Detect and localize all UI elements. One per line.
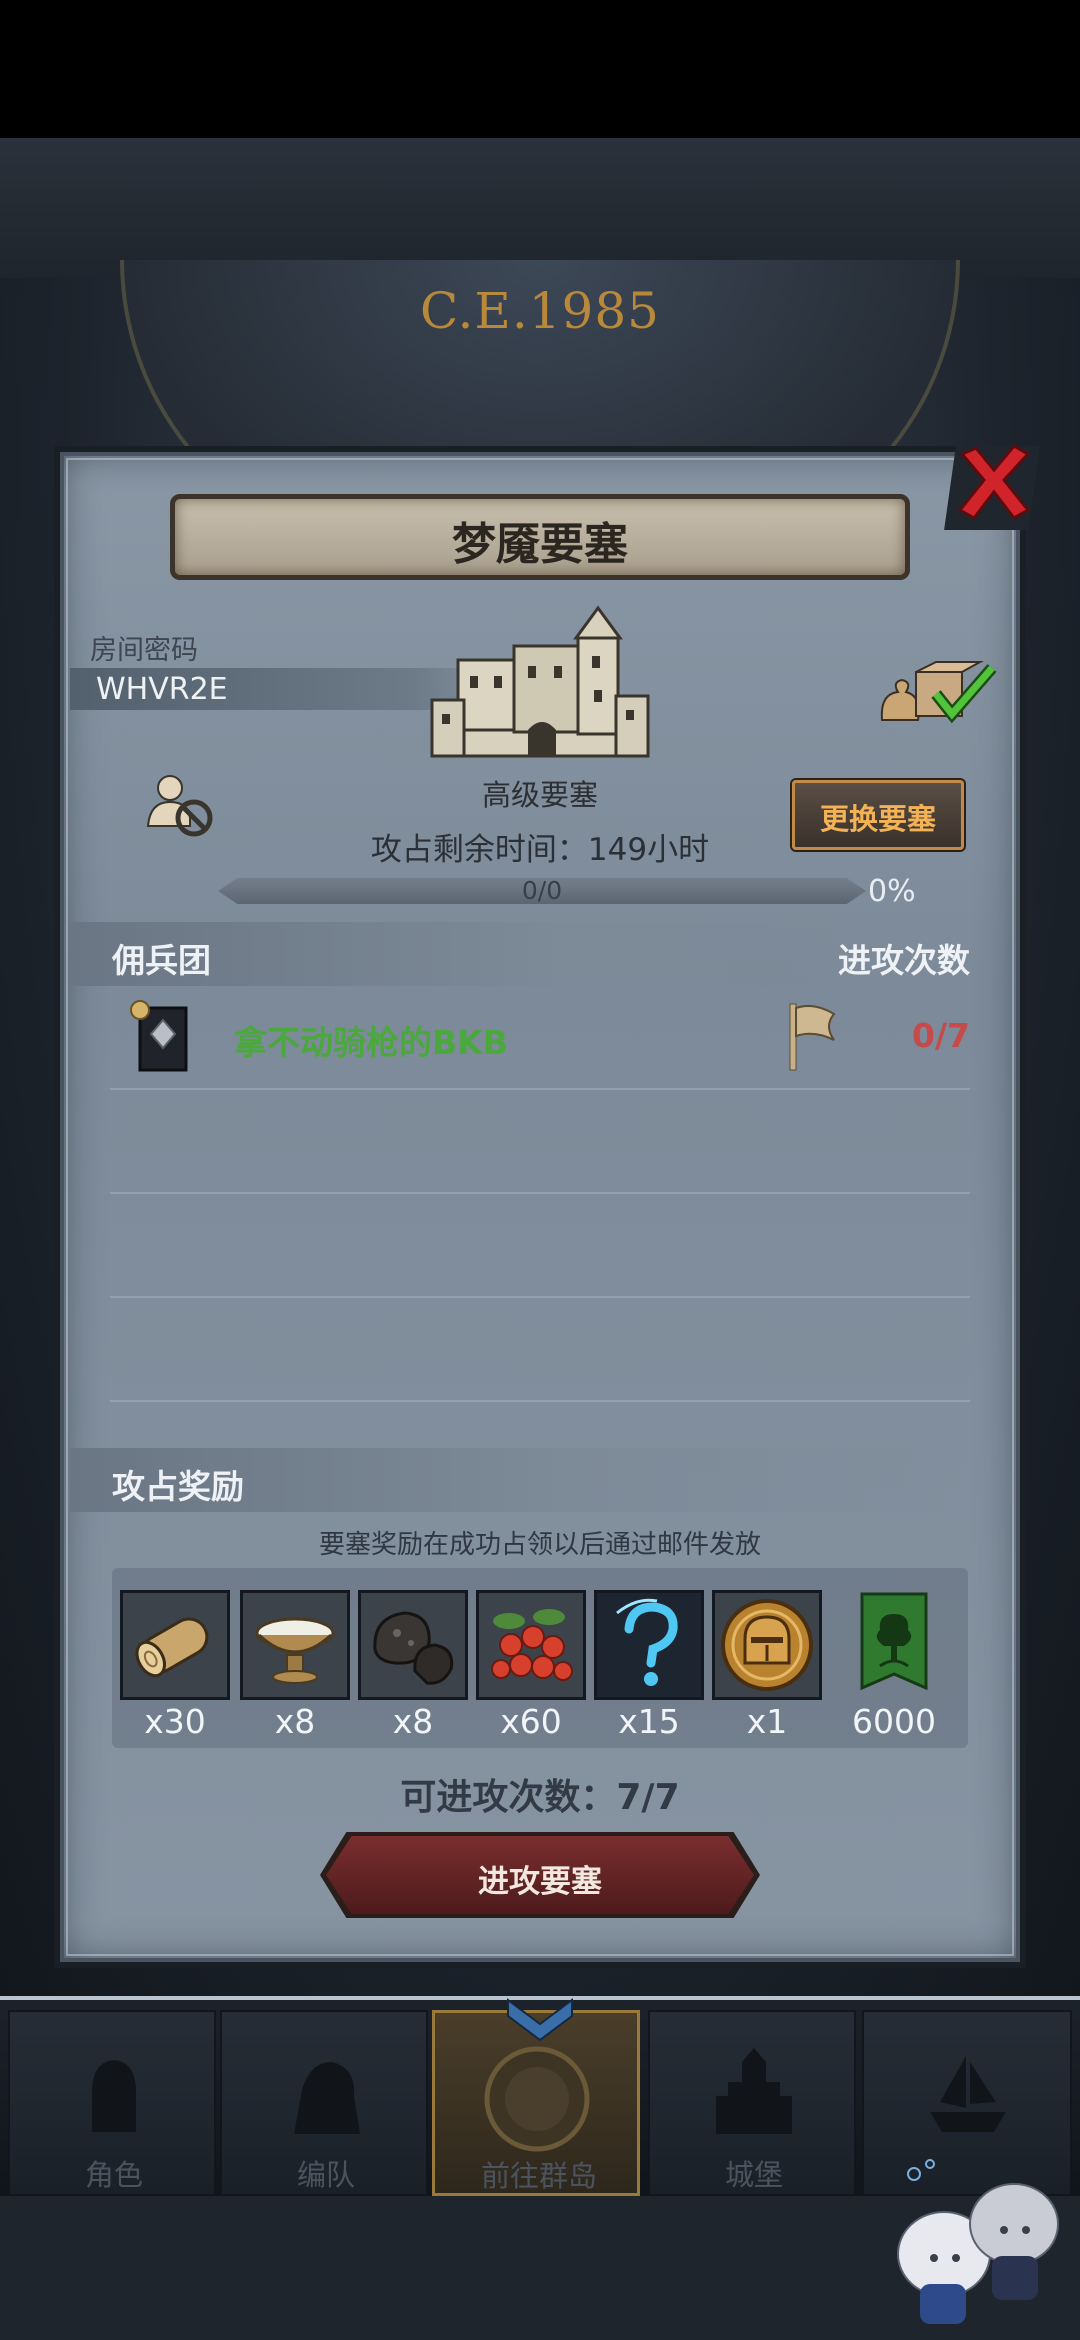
mercenary-section-label: 佣兵团 [112,941,211,980]
chibi-mascots[interactable] [874,2144,1074,2340]
castle-nav-icon [716,2048,792,2134]
mercenary-emblem-icon[interactable] [130,998,190,1074]
nav-item-formation[interactable]: 编队 [220,2010,428,2196]
nav-item-castle[interactable]: 城堡 [648,2010,856,2196]
progress-text: 0/0 [521,876,563,905]
top-black-band [0,0,1080,138]
reward-count: 6000 [852,1702,936,1741]
mercenary-attacks: 0/7 [912,1016,970,1055]
attack-count-header: 进攻次数 [838,941,970,980]
reward-slot-stone[interactable] [358,1590,468,1700]
reward-count: x30 [144,1702,206,1741]
knight-icon [92,2060,136,2132]
mercenary-name[interactable]: 拿不动骑枪的BKB [234,1016,508,1064]
castle-icon [430,605,650,758]
nav-item-character[interactable]: 角色 [8,2010,216,2196]
reward-count: x8 [274,1702,316,1741]
reward-slot-helmet[interactable] [712,1590,822,1700]
row-divider [110,1088,970,1090]
year-label: C.E.1985 [419,282,660,340]
reward-slot-bowl[interactable] [240,1590,350,1700]
close-icon[interactable] [952,440,1036,524]
compass-icon [484,2046,590,2152]
top-stripe [0,138,1080,278]
mystery-question-icon [597,1593,701,1697]
player-blocked-icon[interactable] [144,768,216,840]
reward-slot-berries[interactable] [476,1590,586,1700]
reward-count: x1 [746,1702,788,1741]
attack-fortress-label[interactable]: 进攻要塞 [326,1856,754,1901]
armored-knight-icon [294,2062,360,2134]
attacks-remaining: 可进攻次数：7/7 [400,1777,680,1818]
room-code-label: 房间密码 [90,635,198,666]
berries-icon [479,1593,583,1697]
guild-banner-icon [860,1592,928,1691]
room-code: WHVR2E [96,672,228,707]
chevron-down-icon [507,1998,573,2042]
nav-label: 编队 [296,2158,355,2192]
fortress-level: 高级要塞 [481,778,598,812]
reward-count: x15 [618,1702,680,1741]
ship-icon [930,2056,1006,2132]
nav-label: 角色 [84,2158,143,2192]
reward-note: 要塞奖励在成功占领以后通过邮件发放 [318,1530,761,1560]
reward-slot-wood[interactable] [120,1590,230,1700]
progress-percent: 0% [868,874,916,909]
row-divider [110,1400,970,1402]
knight-helmet-coin-icon [715,1593,819,1697]
bowl-icon [243,1593,347,1697]
reward-count: x60 [500,1702,562,1741]
change-fortress-label[interactable]: 更换要塞 [792,796,964,838]
reward-count: x8 [392,1702,434,1741]
reward-slot-mystery[interactable] [594,1590,704,1700]
row-divider [110,1192,970,1194]
nav-label: 城堡 [724,2158,783,2192]
nav-label: 前往群岛 [480,2159,597,2193]
wood-log-icon [123,1593,227,1697]
reward-slot-banner[interactable] [858,1590,930,1694]
reward-section-label: 攻占奖励 [112,1467,244,1506]
dialog-title: 梦魇要塞 [452,519,628,570]
remaining-time: 攻占剩余时间：149小时 [370,832,710,868]
attack-flag-icon [789,1003,836,1071]
loot-bag-check-icon[interactable] [876,658,998,730]
row-divider [110,1296,970,1298]
stone-ore-icon [361,1593,465,1697]
